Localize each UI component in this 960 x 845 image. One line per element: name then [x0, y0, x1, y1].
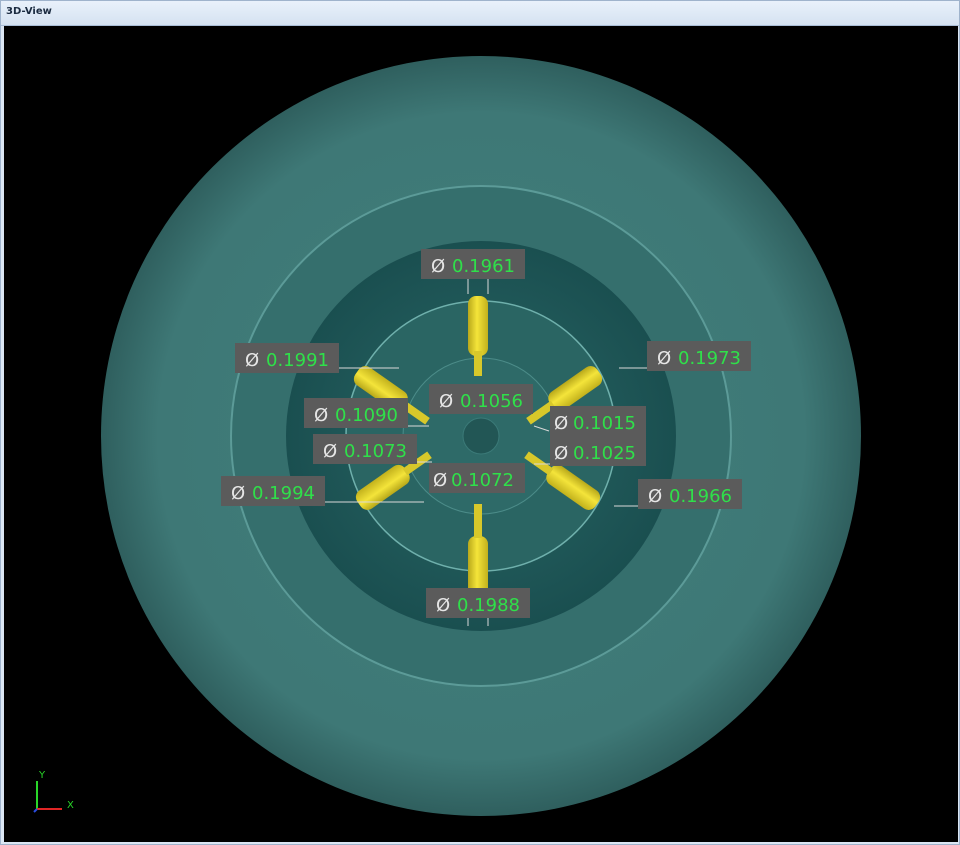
- axis-triad: Y X: [33, 770, 74, 813]
- dim-label-lower-right-inner[interactable]: Ø 0.1025: [550, 436, 646, 466]
- dim-label-lower-right-outer[interactable]: Ø 0.1966: [638, 479, 742, 509]
- diameter-symbol-icon: Ø: [554, 443, 568, 464]
- dim-label-bottom-inner[interactable]: Ø 0.1072: [429, 463, 525, 493]
- dim-label-upper-right-inner[interactable]: Ø 0.1015: [550, 406, 646, 436]
- dim-value: 0.1015: [573, 413, 636, 434]
- diameter-symbol-icon: Ø: [554, 413, 568, 434]
- diameter-symbol-icon: Ø: [433, 470, 447, 491]
- diameter-symbol-icon: Ø: [314, 405, 328, 426]
- dim-value: 0.1056: [460, 391, 523, 412]
- title-bar[interactable]: 3D-View: [1, 1, 959, 26]
- diameter-symbol-icon: Ø: [323, 441, 337, 462]
- part-model: [101, 56, 861, 816]
- diameter-symbol-icon: Ø: [231, 483, 245, 504]
- diameter-symbol-icon: Ø: [436, 595, 450, 616]
- center-bore: [462, 417, 500, 455]
- dim-value: 0.1994: [252, 483, 315, 504]
- 3d-viewport[interactable]: Ø 0.1961 Ø 0.1991 Ø 0.1973 Ø 0.1056 Ø 0.…: [4, 26, 958, 842]
- dim-label-lower-left-inner[interactable]: Ø 0.1073: [313, 434, 417, 464]
- diameter-symbol-icon: Ø: [439, 391, 453, 412]
- diameter-symbol-icon: Ø: [657, 348, 671, 369]
- scene-svg[interactable]: Ø 0.1961 Ø 0.1991 Ø 0.1973 Ø 0.1056 Ø 0.…: [4, 26, 958, 842]
- dim-label-top-inner[interactable]: Ø 0.1056: [429, 384, 533, 414]
- dim-value: 0.1966: [669, 486, 732, 507]
- dim-value: 0.1991: [266, 350, 329, 371]
- 3d-view-window: 3D-View Ø 0.1961 Ø 0.1991 Ø 0.1973 Ø 0.1…: [0, 0, 960, 845]
- z-axis-icon: [33, 808, 38, 813]
- dim-label-upper-left-outer[interactable]: Ø 0.1991: [235, 343, 339, 373]
- dim-label-lower-left-outer[interactable]: Ø 0.1994: [221, 476, 325, 506]
- dim-label-bottom[interactable]: Ø 0.1988: [426, 588, 530, 618]
- dim-value: 0.1961: [452, 256, 515, 277]
- dim-value: 0.1025: [573, 443, 636, 464]
- dim-label-top[interactable]: Ø 0.1961: [421, 249, 525, 279]
- window-title: 3D-View: [6, 6, 52, 17]
- dim-value: 0.1973: [678, 348, 741, 369]
- dim-value: 0.1988: [457, 595, 520, 616]
- diameter-symbol-icon: Ø: [245, 350, 259, 371]
- dim-label-upper-right-outer[interactable]: Ø 0.1973: [647, 341, 751, 371]
- y-axis-label: Y: [38, 770, 46, 781]
- dim-value: 0.1090: [335, 405, 398, 426]
- x-axis-label: X: [67, 800, 74, 811]
- dim-value: 0.1072: [451, 470, 514, 491]
- dim-value: 0.1073: [344, 441, 407, 462]
- diameter-symbol-icon: Ø: [648, 486, 662, 507]
- diameter-symbol-icon: Ø: [431, 256, 445, 277]
- dim-label-upper-left-inner[interactable]: Ø 0.1090: [304, 398, 408, 428]
